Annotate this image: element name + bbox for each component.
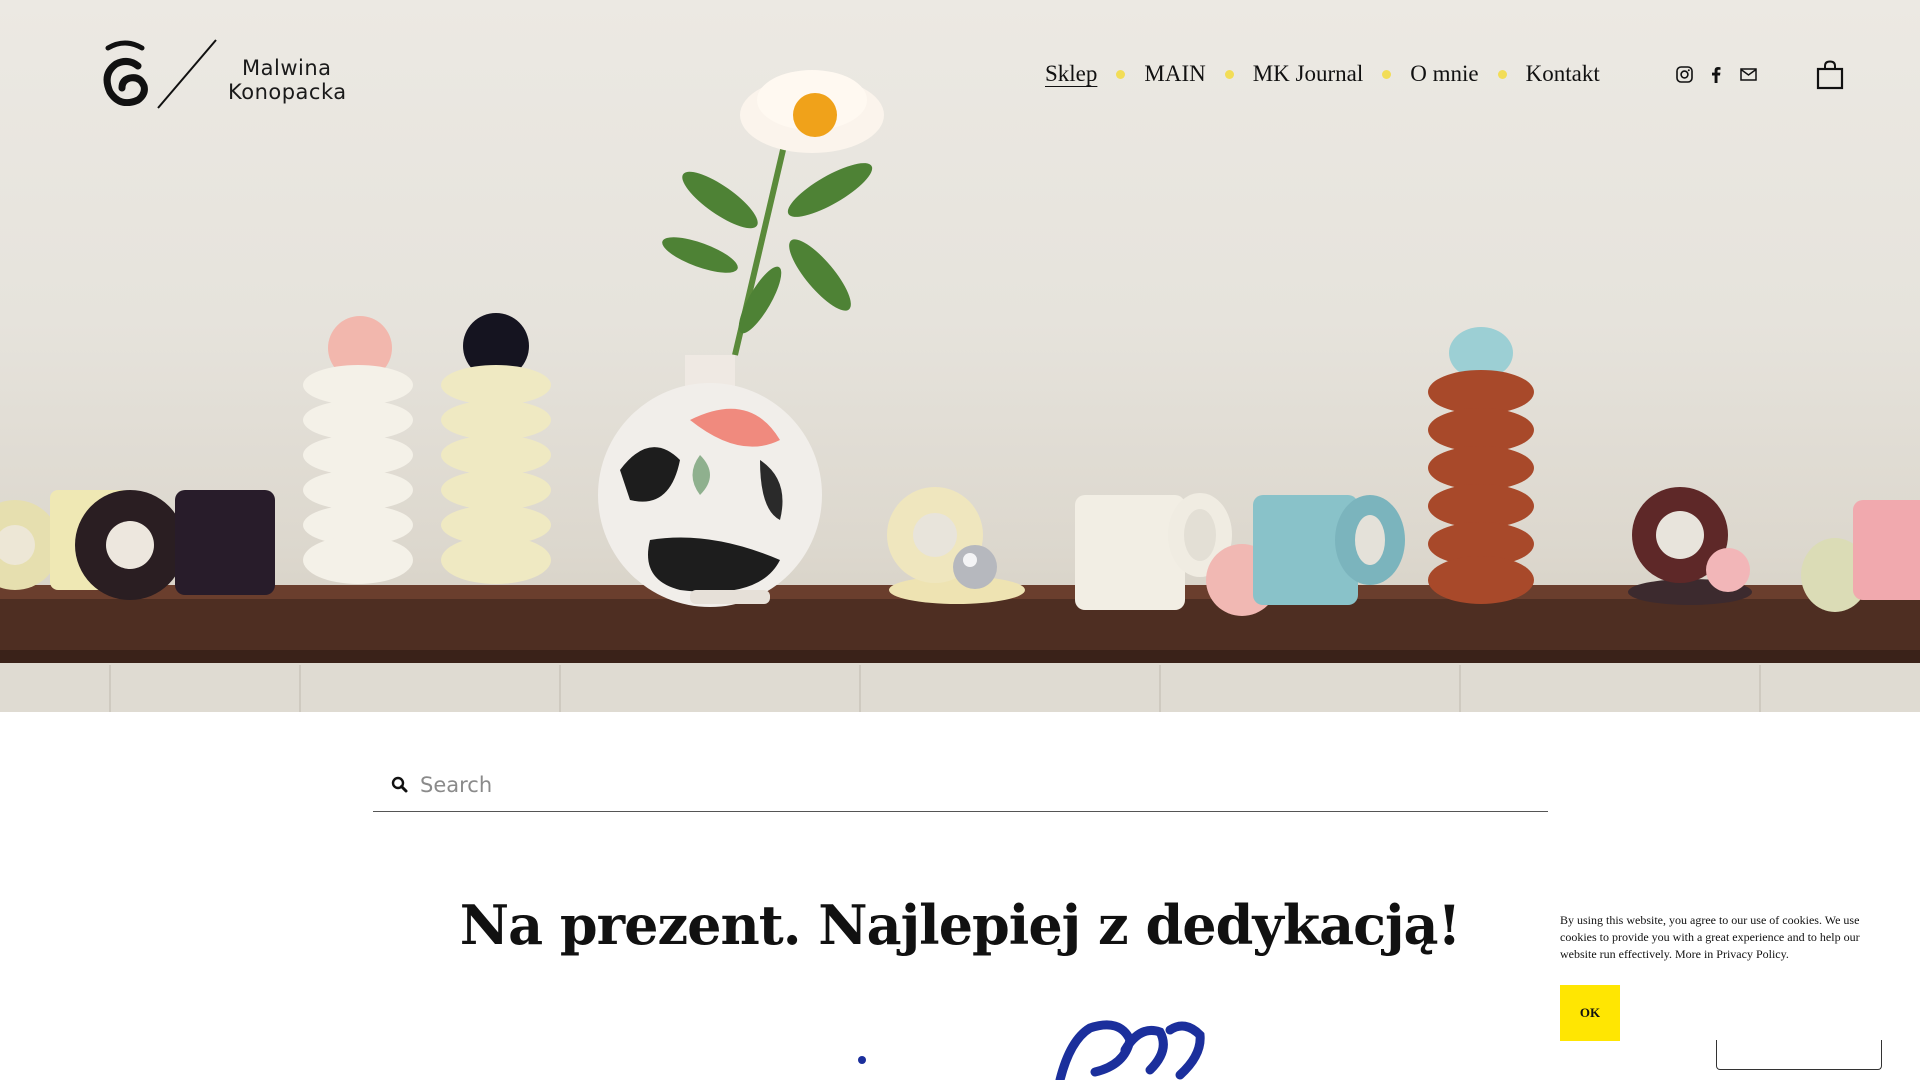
social-links (1674, 64, 1758, 84)
cookie-banner: By using this website, you agree to our … (1560, 912, 1870, 1041)
brand-logo[interactable]: Malwina Konopacka (100, 36, 360, 116)
brand-name-line1: Malwina (242, 56, 332, 80)
search-icon (391, 776, 408, 792)
handwritten-script-art (858, 1020, 1205, 1080)
nav-item-o-mnie[interactable]: O mnie (1410, 61, 1478, 87)
nav-separator-dot (1497, 69, 1507, 79)
nav-item-main[interactable]: MAIN (1144, 61, 1205, 87)
logo-mark-icon (103, 40, 148, 106)
nav-item-mk-journal[interactable]: MK Journal (1253, 61, 1364, 87)
instagram-icon[interactable] (1674, 64, 1694, 84)
logo-slash (157, 39, 217, 109)
mail-icon[interactable] (1738, 64, 1758, 84)
nav-separator-dot (1116, 69, 1126, 79)
search-input[interactable] (420, 772, 1520, 797)
cookie-ok-button[interactable]: OK (1560, 985, 1620, 1041)
facebook-icon[interactable] (1706, 64, 1726, 84)
nav-item-kontakt[interactable]: Kontakt (1526, 61, 1600, 87)
nav-separator-dot (1382, 69, 1392, 79)
shopping-bag-icon[interactable] (1816, 60, 1844, 90)
brand-name-line2: Konopacka (228, 80, 347, 104)
main-navigation: Sklep MAIN MK Journal O mnie Kontakt (1045, 58, 1600, 90)
floating-widget-edge[interactable] (1716, 1040, 1882, 1070)
nav-separator-dot (1224, 69, 1234, 79)
brand-name: Malwina Konopacka (228, 56, 347, 104)
search-bar (373, 758, 1548, 812)
nav-item-sklep[interactable]: Sklep (1045, 61, 1097, 87)
cookie-notice-text: By using this website, you agree to our … (1560, 913, 1860, 961)
